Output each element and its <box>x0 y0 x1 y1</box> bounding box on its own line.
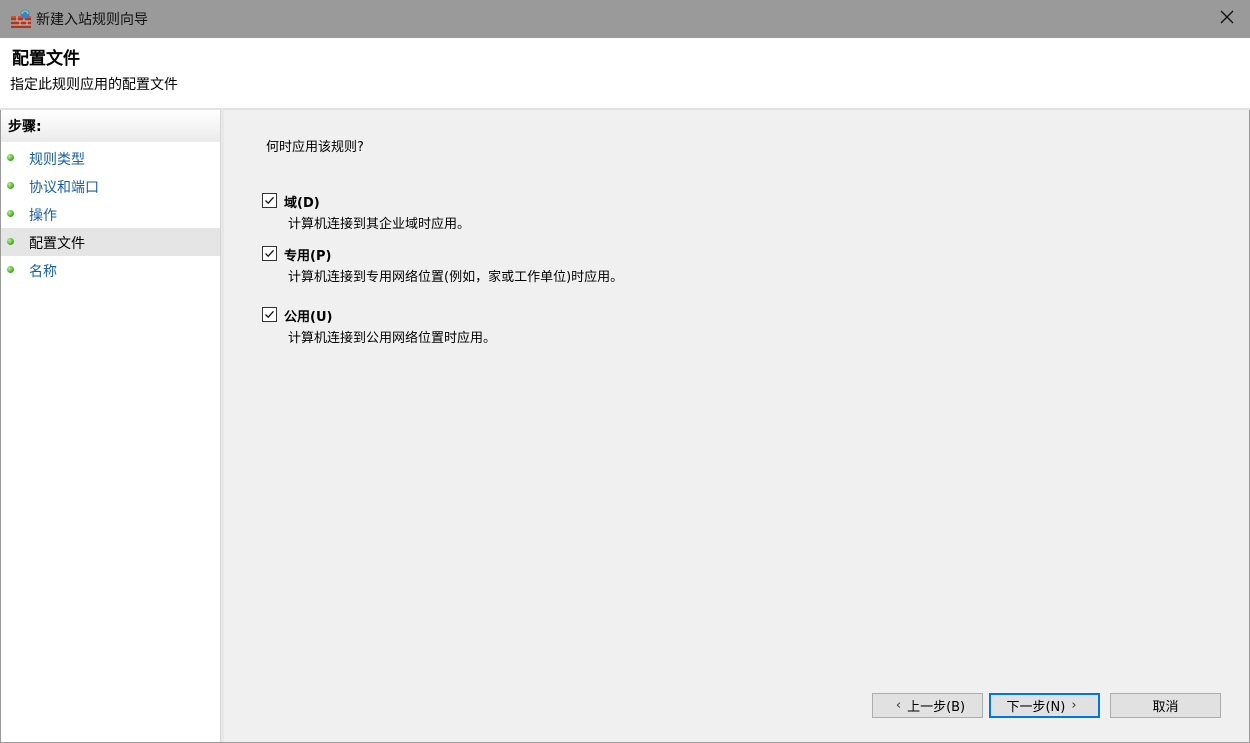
steps-header: 步骤: <box>1 110 220 142</box>
private-description: 计算机连接到专用网络位置(例如，家或工作单位)时应用。 <box>288 270 624 285</box>
close-button[interactable] <box>1204 0 1250 38</box>
step-label: 操作 <box>29 208 57 224</box>
green-bullet-icon <box>7 238 14 245</box>
step-label: 名称 <box>29 264 57 280</box>
domain-checkbox[interactable] <box>262 193 277 208</box>
window-title: 新建入站规则向导 <box>36 12 148 28</box>
domain-description: 计算机连接到其企业域时应用。 <box>288 217 471 232</box>
green-bullet-icon <box>7 182 14 189</box>
step-profile[interactable]: 配置文件 <box>1 228 220 256</box>
cancel-button[interactable]: 取消 <box>1110 693 1221 718</box>
main-content: 何时应用该规则? 域(D) 计算机连接到其企业域时应用。 专用(P) 计算机连接… <box>224 110 1249 742</box>
step-name[interactable]: 名称 <box>1 256 220 284</box>
step-protocol-port[interactable]: 协议和端口 <box>1 172 220 200</box>
wizard-header: 配置文件 指定此规则应用的配置文件 <box>0 38 1250 108</box>
title-bar: 新建入站规则向导 <box>0 0 1250 38</box>
cancel-button-label: 取消 <box>1152 700 1179 715</box>
private-checkbox[interactable] <box>262 246 277 261</box>
public-label[interactable]: 公用(U) <box>284 306 332 325</box>
step-label: 协议和端口 <box>29 180 99 196</box>
back-button[interactable]: ‹ 上一步(B) <box>872 693 983 718</box>
checkmark-icon <box>265 196 274 205</box>
checkmark-icon <box>265 310 274 319</box>
step-label: 规则类型 <box>29 152 85 168</box>
next-button[interactable]: 下一步(N) › <box>989 693 1100 718</box>
public-description: 计算机连接到公用网络位置时应用。 <box>288 331 497 346</box>
next-button-label: 下一步(N) <box>1006 700 1066 715</box>
domain-label[interactable]: 域(D) <box>284 192 320 211</box>
step-label: 配置文件 <box>29 236 85 252</box>
green-bullet-icon <box>7 210 14 217</box>
page-subtitle: 指定此规则应用的配置文件 <box>10 77 178 93</box>
private-label[interactable]: 专用(P) <box>284 245 331 264</box>
back-button-label: 上一步(B) <box>907 700 966 715</box>
steps-sidebar: 步骤: 规则类型 协议和端口 操作 配置文件 名称 <box>1 110 220 742</box>
page-title: 配置文件 <box>12 49 80 69</box>
firewall-wizard-icon <box>10 9 32 29</box>
question-text: 何时应用该规则? <box>266 140 364 155</box>
step-action[interactable]: 操作 <box>1 200 220 228</box>
green-bullet-icon <box>7 154 14 161</box>
step-rule-type[interactable]: 规则类型 <box>1 144 220 172</box>
steps-title: 步骤: <box>8 119 42 135</box>
green-bullet-icon <box>7 266 14 273</box>
chevron-right-icon: › <box>1071 698 1077 713</box>
chevron-left-icon: ‹ <box>895 698 902 713</box>
checkmark-icon <box>265 249 274 258</box>
close-icon <box>1220 10 1234 28</box>
public-checkbox[interactable] <box>262 307 277 322</box>
